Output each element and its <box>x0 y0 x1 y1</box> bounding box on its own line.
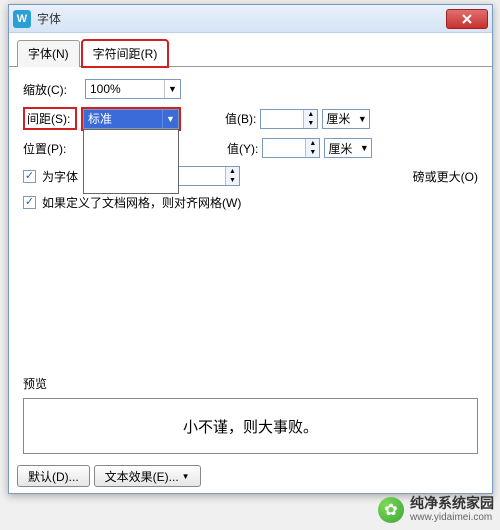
spin-up-icon[interactable]: ▲ <box>306 139 319 148</box>
spacing-option-standard[interactable]: 标准 <box>84 130 178 151</box>
tab-content: 缩放(C): 100% ▼ 间距(S): 标准 ▼ 标准 加宽 紧缩 值(B): <box>9 67 492 231</box>
app-icon: W <box>13 10 31 28</box>
preview-section: 预览 小不谨，则大事败。 <box>23 375 478 454</box>
spin-down-icon[interactable]: ▼ <box>306 148 319 157</box>
spin-up-icon[interactable]: ▲ <box>304 110 317 119</box>
chevron-down-icon: ▼ <box>357 143 371 153</box>
spacing-unit-combo[interactable]: 厘米 ▼ <box>322 109 370 129</box>
spacing-value: 标准 <box>84 110 162 127</box>
zoom-value: 100% <box>86 82 164 96</box>
position-unit-combo[interactable]: 厘米 ▼ <box>324 138 372 158</box>
spacing-combo[interactable]: 标准 ▼ 标准 加宽 紧缩 <box>83 109 179 129</box>
chevron-down-icon: ▼ <box>355 114 369 124</box>
kerning-suffix: 磅或更大(O) <box>413 168 478 185</box>
tab-char-spacing[interactable]: 字符间距(R) <box>82 40 169 67</box>
spacing-label: 间距(S): <box>23 107 77 130</box>
kerning-checkbox[interactable] <box>23 170 36 183</box>
close-icon <box>462 14 472 24</box>
titlebar: W 字体 <box>9 5 492 33</box>
zoom-label: 缩放(C): <box>23 81 79 98</box>
font-dialog: W 字体 字体(N) 字符间距(R) 缩放(C): 100% ▼ 间距(S): … <box>8 4 493 494</box>
position-value-spinner[interactable]: ▲ ▼ <box>262 138 320 158</box>
watermark-url: www.yidaimei.com <box>410 512 494 524</box>
kerning-label: 为字体 <box>42 168 78 185</box>
chevron-down-icon: ▼ <box>182 472 190 481</box>
chevron-down-icon: ▼ <box>162 110 178 128</box>
spacing-dropdown: 标准 加宽 紧缩 <box>83 129 179 194</box>
watermark: ✿ 纯净系统家园 www.yidaimei.com <box>378 495 494 524</box>
zoom-combo[interactable]: 100% ▼ <box>85 79 181 99</box>
button-bar: 默认(D)... 文本效果(E)... ▼ <box>17 465 201 487</box>
spin-up-icon[interactable]: ▲ <box>226 167 239 176</box>
leaf-icon: ✿ <box>378 497 404 523</box>
tab-font[interactable]: 字体(N) <box>17 40 80 67</box>
watermark-text: 纯净系统家园 <box>410 495 494 512</box>
spacing-value-input[interactable] <box>261 110 303 128</box>
spacing-value-label: 值(B): <box>225 110 256 127</box>
preview-text: 小不谨，则大事败。 <box>183 416 318 437</box>
preview-box: 小不谨，则大事败。 <box>23 398 478 454</box>
close-button[interactable] <box>446 9 488 29</box>
position-unit: 厘米 <box>325 140 357 157</box>
snap-grid-checkbox[interactable] <box>23 196 36 209</box>
snap-grid-label: 如果定义了文档网格，则对齐网格(W) <box>42 194 241 211</box>
tab-strip: 字体(N) 字符间距(R) <box>9 33 492 67</box>
preview-label: 预览 <box>23 375 478 392</box>
text-effect-button[interactable]: 文本效果(E)... ▼ <box>94 465 201 487</box>
default-button[interactable]: 默认(D)... <box>17 465 90 487</box>
position-value-input[interactable] <box>263 139 305 157</box>
spin-down-icon[interactable]: ▼ <box>226 176 239 185</box>
spin-down-icon[interactable]: ▼ <box>304 119 317 128</box>
spacing-option-condensed[interactable]: 紧缩 <box>84 172 178 193</box>
spacing-unit: 厘米 <box>323 110 355 127</box>
position-value-label: 值(Y): <box>227 140 258 157</box>
window-title: 字体 <box>37 10 446 27</box>
position-label: 位置(P): <box>23 140 79 157</box>
spacing-option-expanded[interactable]: 加宽 <box>84 151 178 172</box>
spacing-value-spinner[interactable]: ▲ ▼ <box>260 109 318 129</box>
chevron-down-icon: ▼ <box>164 80 180 98</box>
